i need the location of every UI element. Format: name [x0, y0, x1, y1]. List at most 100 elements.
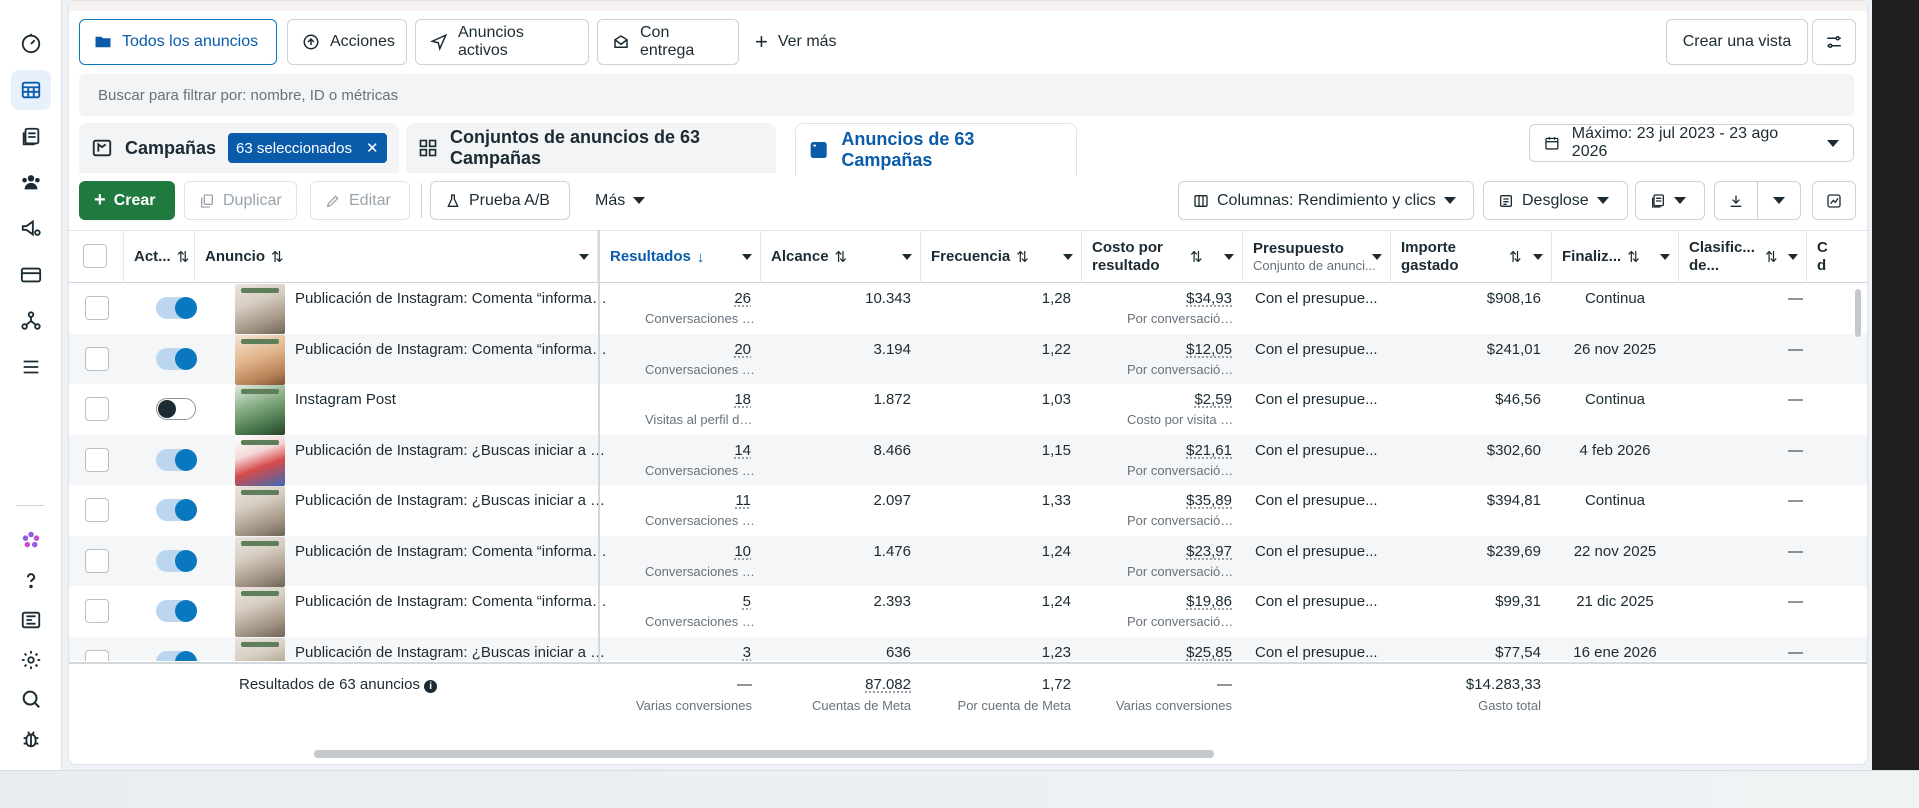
menu-icon[interactable] [11, 347, 51, 387]
col-ad-name[interactable]: Anuncio ⇅ [195, 231, 598, 283]
col-next[interactable]: C d [1807, 231, 1867, 283]
delivery-toggle[interactable] [156, 398, 196, 420]
col-frequency[interactable]: Frecuencia ⇅ [921, 231, 1082, 283]
help-icon[interactable] [11, 561, 51, 601]
ad-name[interactable]: Publicación de Instagram: Comenta “infor… [295, 341, 611, 358]
pages-icon[interactable] [11, 117, 51, 157]
dashboard-icon[interactable] [11, 23, 51, 63]
view-active-ads[interactable]: Anuncios activos [415, 19, 589, 65]
create-button[interactable]: + Crear [79, 181, 175, 220]
row-checkbox[interactable] [85, 397, 109, 421]
ad-name[interactable]: Publicación de Instagram: Comenta “infor… [295, 290, 611, 307]
footer-results-sub: Varias conversiones [635, 698, 752, 713]
reports-dropdown[interactable] [1635, 181, 1705, 220]
ad-name[interactable]: Publicación de Instagram: ¿Buscas inicia… [295, 644, 611, 661]
view-delivering[interactable]: Con entrega [597, 19, 739, 65]
table-row[interactable]: Instagram Post 18 Visitas al perfil de Ins… [69, 384, 1867, 435]
col-spent-label: Importe gastado [1401, 239, 1459, 274]
audiences-icon[interactable] [11, 162, 51, 202]
col-amount-spent[interactable]: Importe gastado ⇅ [1391, 231, 1552, 283]
col-ad-label: Anuncio [205, 248, 265, 265]
table-row[interactable]: Publicación de Instagram: Comenta “infor… [69, 283, 1867, 334]
edit-button[interactable]: Editar [310, 181, 410, 220]
row-checkbox[interactable] [85, 296, 109, 320]
cost-per-result-value: $23,97 [1186, 542, 1232, 560]
export-button[interactable] [1714, 181, 1758, 220]
table-row[interactable]: Publicación de Instagram: Comenta “infor… [69, 535, 1867, 587]
col-results[interactable]: Resultados ↓ [600, 231, 761, 283]
billing-card-icon[interactable] [11, 255, 51, 295]
select-all-checkbox[interactable] [83, 244, 107, 268]
col-reach[interactable]: Alcance ⇅ [761, 231, 921, 283]
row-checkbox[interactable] [85, 548, 109, 573]
delivery-toggle[interactable] [156, 347, 197, 370]
view-settings-button[interactable] [1812, 19, 1856, 65]
col-ranking[interactable]: Clasific... de... ⇅ [1679, 231, 1807, 283]
view-all-ads[interactable]: Todos los anuncios [79, 19, 277, 65]
row-checkbox[interactable] [85, 649, 109, 661]
date-range-picker[interactable]: Máximo: 23 jul 2023 - 23 ago 2026 [1529, 124, 1854, 162]
news-icon[interactable] [11, 600, 51, 640]
clear-selection-icon[interactable]: ✕ [366, 139, 379, 157]
ab-test-button[interactable]: Prueba A/B [430, 181, 570, 220]
delivery-toggle[interactable] [156, 549, 197, 572]
amount-spent-value: $908,16 [1486, 290, 1541, 307]
search-input[interactable]: Buscar para filtrar por: nombre, ID o mé… [79, 74, 1854, 116]
row-checkbox[interactable] [85, 447, 109, 472]
delivery-toggle[interactable] [156, 600, 197, 622]
campaign-megaphone-icon[interactable] [11, 208, 51, 248]
col-active[interactable]: Act... ⇅ [124, 231, 195, 283]
cost-per-result-value: $2,59 [1194, 391, 1232, 408]
columns-dropdown[interactable]: Columnas: Rendimiento y clics [1178, 181, 1474, 220]
table-row[interactable]: Publicación de Instagram: Comenta “infor… [69, 586, 1867, 637]
row-checkbox[interactable] [85, 599, 109, 623]
sort-desc-icon: ↓ [696, 248, 705, 266]
flag-icon [92, 139, 112, 157]
duplicate-button[interactable]: Duplicar [184, 181, 297, 220]
meta-ai-icon[interactable] [11, 520, 51, 560]
col-reach-label: Alcance [771, 248, 829, 265]
create-view-button[interactable]: Crear una vista [1666, 19, 1808, 65]
end-date-value: 21 dic 2025 [1576, 593, 1654, 610]
export-options-button[interactable] [1757, 181, 1801, 220]
table-row[interactable]: Publicación de Instagram: ¿Buscas inicia… [69, 485, 1867, 536]
ads-manager-table-icon[interactable] [11, 70, 51, 110]
table-row[interactable]: Publicación de Instagram: ¿Buscas inicia… [69, 636, 1867, 661]
table-row[interactable]: Publicación de Instagram: Comenta “infor… [69, 333, 1867, 385]
horizontal-scrollbar[interactable] [314, 750, 1214, 758]
col-ends[interactable]: Finaliz... ⇅ [1552, 231, 1679, 283]
vertical-scrollbar[interactable] [1855, 289, 1861, 337]
tab-ads[interactable]: Anuncios de 63 Campañas [795, 123, 1077, 175]
breakdown-dropdown[interactable]: Desglose [1483, 181, 1628, 220]
right-dark-strip [1872, 0, 1919, 770]
ad-name[interactable]: Publicación de Instagram: Comenta “infor… [295, 593, 611, 610]
more-actions-button[interactable]: Más [581, 181, 653, 220]
results-value: 14 [734, 441, 751, 459]
table-row[interactable]: Publicación de Instagram: ¿Buscas inicia… [69, 434, 1867, 486]
charts-button[interactable] [1812, 181, 1856, 220]
row-checkbox[interactable] [85, 346, 109, 371]
settings-gear-icon[interactable] [11, 640, 51, 680]
ad-name[interactable]: Instagram Post [295, 391, 611, 408]
ad-name[interactable]: Publicación de Instagram: Comenta “infor… [295, 543, 611, 560]
row-checkbox[interactable] [85, 498, 109, 522]
delivery-toggle[interactable] [156, 448, 197, 471]
col-budget[interactable]: Presupuesto Conjunto de anunci... [1243, 231, 1391, 283]
bug-report-icon[interactable] [11, 719, 51, 759]
results-type: Conversaciones con ... [645, 311, 755, 326]
tab-ads-label: Anuncios de 63 Campañas [841, 128, 975, 170]
tab-campaigns[interactable]: Campañas 63 seleccionados ✕ [79, 123, 399, 173]
info-icon[interactable]: i [424, 680, 438, 693]
delivery-toggle[interactable] [156, 499, 197, 521]
see-more-views-button[interactable]: + Ver más [741, 19, 851, 65]
selected-badge[interactable]: 63 seleccionados ✕ [228, 133, 387, 163]
col-cost-per-result[interactable]: Costo por resultado ⇅ [1082, 231, 1243, 283]
view-actions[interactable]: Acciones [287, 19, 407, 65]
delivery-toggle[interactable] [156, 650, 197, 661]
business-tools-icon[interactable] [11, 301, 51, 341]
delivery-toggle[interactable] [156, 297, 197, 319]
tab-adsets[interactable]: Conjuntos de anuncios de 63 Campañas [406, 123, 776, 173]
ad-name[interactable]: Publicación de Instagram: ¿Buscas inicia… [295, 442, 611, 459]
ad-name[interactable]: Publicación de Instagram: ¿Buscas inicia… [295, 492, 611, 509]
search-icon[interactable] [11, 679, 51, 719]
